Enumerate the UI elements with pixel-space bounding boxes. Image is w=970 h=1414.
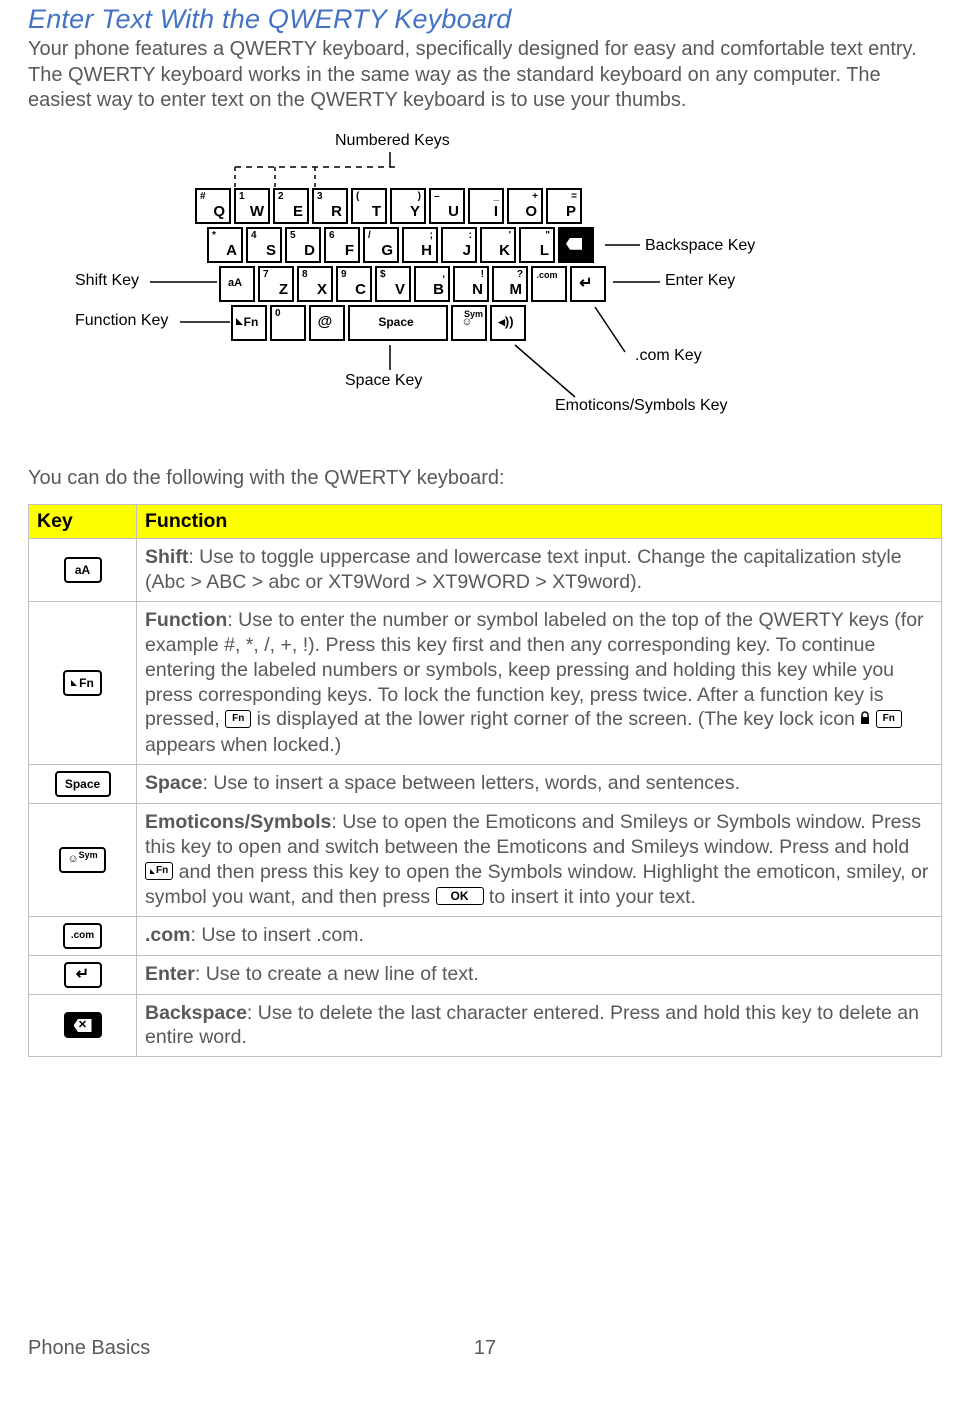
key-q: #Q [195, 188, 231, 224]
enter-key-label: Enter Key [665, 272, 735, 290]
keyboard-row-3: aA 7Z 8X 9C $V ,B !N ?M .com ↵ [219, 266, 606, 302]
space-keycap-icon: Space [55, 771, 111, 797]
key-f: 6F [324, 227, 360, 263]
inline-fn-locked-icon: Fn [876, 710, 902, 728]
key-speaker: ◂)) [490, 305, 526, 341]
com-key-label: .com Key [635, 347, 702, 365]
keyboard-row-1: #Q 1W 2E 3R (T )Y –U _I +O =P [195, 188, 606, 224]
shift-keycap-icon: aA [64, 557, 102, 583]
backspace-key-label: Backspace Key [645, 237, 755, 255]
sym-keycap-icon: ☺Sym [59, 847, 105, 873]
page: Enter Text With the QWERTY Keyboard Your… [0, 0, 970, 1370]
fn-keycap-icon: Fn [63, 670, 102, 696]
key-c: 9C [336, 266, 372, 302]
key-j: :J [441, 227, 477, 263]
key-v: $V [375, 266, 411, 302]
inline-fn-icon: Fn [225, 710, 251, 728]
function-key-label: Function Key [75, 312, 168, 330]
key-enter: ↵ [570, 266, 606, 302]
key-h: ;H [402, 227, 438, 263]
key-t: (T [351, 188, 387, 224]
table-row-com: .com .com: Use to insert .com. [29, 916, 942, 955]
key-e: 2E [273, 188, 309, 224]
table-header-function: Function [137, 504, 942, 538]
table-row-emoticons: ☺Sym Emoticons/Symbols: Use to open the … [29, 803, 942, 916]
key-r: 3R [312, 188, 348, 224]
key-at: @ [309, 305, 345, 341]
table-row-shift: aA Shift: Use to toggle uppercase and lo… [29, 538, 942, 601]
key-function-table: Key Function aA Shift: Use to toggle upp… [28, 504, 942, 1058]
numbered-keys-label: Numbered Keys [335, 132, 450, 150]
key-a: *A [207, 227, 243, 263]
page-title: Enter Text With the QWERTY Keyboard [28, 4, 942, 35]
key-space: Space [348, 305, 448, 341]
key-y: )Y [390, 188, 426, 224]
emoticons-key-label: Emoticons/Symbols Key [555, 397, 728, 415]
inline-fn-icon-2: Fn [145, 862, 173, 880]
enter-keycap-icon: ↵ [64, 962, 102, 988]
key-n: !N [453, 266, 489, 302]
subintro: You can do the following with the QWERTY… [28, 467, 942, 490]
com-keycap-icon: .com [63, 923, 102, 949]
intro-paragraph: Your phone features a QWERTY keyboard, s… [28, 37, 942, 114]
table-header-key: Key [29, 504, 137, 538]
inline-ok-icon: OK [436, 887, 484, 905]
key-w: 1W [234, 188, 270, 224]
key-u: –U [429, 188, 465, 224]
key-o: +O [507, 188, 543, 224]
keyboard-row-2: *A 4S 5D 6F /G ;H :J 'K "L [207, 227, 606, 263]
footer-page-number: 17 [474, 1337, 496, 1360]
keyboard-row-4: Fn 0 @ Space ☺Sym ◂)) [231, 305, 606, 341]
key-zero: 0 [270, 305, 306, 341]
key-x: 8X [297, 266, 333, 302]
key-g: /G [363, 227, 399, 263]
key-d: 5D [285, 227, 321, 263]
keyboard-diagram: Numbered Keys Shift Key Function Key Spa… [28, 132, 942, 442]
shift-key-label: Shift Key [75, 272, 139, 290]
key-b: ,B [414, 266, 450, 302]
key-fn: Fn [231, 305, 267, 341]
key-i: _I [468, 188, 504, 224]
space-key-label: Space Key [345, 372, 422, 390]
key-s: 4S [246, 227, 282, 263]
backspace-keycap-icon: ✕ [64, 1012, 102, 1038]
key-com: .com [531, 266, 567, 302]
key-shift: aA [219, 266, 255, 302]
key-p: =P [546, 188, 582, 224]
key-m: ?M [492, 266, 528, 302]
keyboard-keys: #Q 1W 2E 3R (T )Y –U _I +O =P *A 4S 5D 6… [195, 188, 606, 344]
table-row-function: Fn Function: Use to enter the number or … [29, 601, 942, 764]
table-row-space: Space Space: Use to insert a space betwe… [29, 764, 942, 803]
key-backspace-icon [558, 227, 594, 263]
table-row-backspace: ✕ Backspace: Use to delete the last char… [29, 994, 942, 1057]
page-footer: Phone Basics 17 [28, 1327, 942, 1370]
table-row-enter: ↵ Enter: Use to create a new line of tex… [29, 955, 942, 994]
lock-icon [860, 707, 870, 732]
key-k: 'K [480, 227, 516, 263]
key-z: 7Z [258, 266, 294, 302]
key-sym: ☺Sym [451, 305, 487, 341]
key-l: "L [519, 227, 555, 263]
